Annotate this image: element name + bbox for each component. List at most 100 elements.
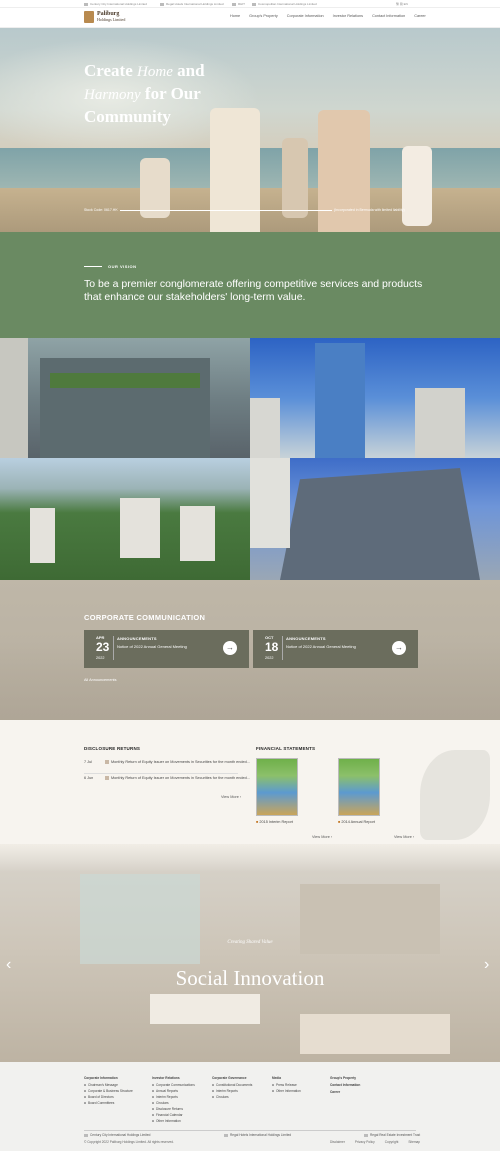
footer-column: Media Press Release Other Information <box>272 1076 301 1095</box>
sister-link-1[interactable]: Century City International Holdings Limi… <box>84 2 147 6</box>
sister-link-2[interactable]: Regal Hotels International Holdings Limi… <box>160 2 224 6</box>
social-title: Social Innovation <box>175 966 325 990</box>
footer-heading[interactable]: Media <box>272 1076 301 1080</box>
card-divider <box>282 636 283 660</box>
disclosure-row[interactable]: 7 Jul Monthly Return of Equity Issuer on… <box>84 760 254 772</box>
property-image-1[interactable] <box>0 338 250 458</box>
footer-column: Group's Property Contact Information Car… <box>330 1076 360 1097</box>
report-cover-2015[interactable] <box>256 758 298 816</box>
disclosure-row[interactable]: 6 Jun Monthly Return of Equity Issuer on… <box>84 776 254 788</box>
sofa <box>300 1014 450 1054</box>
footer-link[interactable]: Board of Directors <box>84 1095 133 1099</box>
footer-link[interactable]: Circulars <box>152 1101 195 1105</box>
company-logo-icon <box>224 1133 228 1137</box>
property-image-3[interactable] <box>0 458 250 580</box>
hero-person-mother <box>210 108 260 232</box>
footer-company-link[interactable]: Regal Hotels International Holdings Limi… <box>224 1133 291 1137</box>
footer-company-name: Regal Real Estate Investment Trust <box>370 1133 421 1137</box>
report-label[interactable]: ■ 2014 Annual Report <box>338 820 375 824</box>
property-image-4[interactable] <box>250 458 500 580</box>
top-utility-bar: Century City International Holdings Limi… <box>0 0 500 8</box>
language-options[interactable]: 繁 简 EN <box>396 2 408 6</box>
footer-heading[interactable]: Contact Information <box>330 1083 360 1087</box>
announcement-card[interactable]: OCT 18 2022 ANNOUNCEMENTS Notice of 2022… <box>253 630 418 668</box>
logo-mark-icon <box>84 11 94 23</box>
hero-script-word: Home <box>137 64 173 80</box>
footer-link[interactable]: Constitutional Documents <box>212 1083 252 1087</box>
footer-company-link[interactable]: Regal Real Estate Investment Trust <box>364 1133 420 1137</box>
property-image-2[interactable] <box>250 338 500 458</box>
language-switcher[interactable]: 繁 简 EN <box>396 2 408 6</box>
footer-heading[interactable]: Investor Relations <box>152 1076 195 1080</box>
background-building <box>250 398 280 458</box>
footer-link[interactable]: Financial Calendar <box>152 1113 195 1117</box>
hero-person-child <box>402 146 432 226</box>
footer-link[interactable]: Interim Reports <box>152 1095 195 1099</box>
hero-banner: Create Home and Harmony for Our Communit… <box>0 28 500 232</box>
footer-link[interactable]: Circulars <box>212 1095 252 1099</box>
footer-link[interactable]: Disclosure Returns <box>152 1107 195 1111</box>
arrow-right-icon[interactable]: → <box>392 641 406 655</box>
footer-link[interactable]: Press Release <box>272 1083 301 1087</box>
hero-person-father <box>318 110 370 232</box>
nav-career[interactable]: Career <box>414 14 426 18</box>
company-logo-icon <box>364 1133 368 1137</box>
arrow-right-icon[interactable]: → <box>223 641 237 655</box>
footer-link[interactable]: Other Information <box>152 1119 195 1123</box>
banner-top-fade <box>0 844 500 872</box>
footer-heading[interactable]: Corporate Information <box>84 1076 133 1080</box>
footer-heading[interactable]: Career <box>330 1090 360 1094</box>
stock-code: Stock Code: 0617.HK <box>84 208 118 212</box>
all-announcements-link[interactable]: All Announcements <box>84 678 117 682</box>
footer-heading[interactable]: Group's Property <box>330 1076 360 1080</box>
hero-text: Community <box>84 107 171 126</box>
nav-groups-property[interactable]: Group's Property <box>249 14 278 18</box>
chevron-right-icon[interactable]: › <box>484 956 489 974</box>
footer-column: Investor Relations Corporate Communicati… <box>152 1076 195 1125</box>
footer-company-link[interactable]: Century City International Holdings Limi… <box>84 1133 150 1137</box>
section-background <box>0 640 500 720</box>
footer-link[interactable]: Annual Reports <box>152 1089 195 1093</box>
financial-view-more[interactable]: View More › <box>312 835 332 839</box>
chevron-left-icon[interactable]: ‹ <box>6 956 11 974</box>
report-label[interactable]: ■ 2015 Interim Report <box>256 820 293 824</box>
report-cover-2014[interactable] <box>338 758 380 816</box>
footer-link[interactable]: Board Committees <box>84 1101 133 1105</box>
social-innovation-banner: Creating Shared Value Social Innovation … <box>0 844 500 1062</box>
card-divider <box>113 636 114 660</box>
main-nav: Home Group's Property Corporate Informat… <box>230 14 426 18</box>
nav-home[interactable]: Home <box>230 14 240 18</box>
company-logo-icon <box>252 2 256 6</box>
sister-link-3[interactable]: RHIT <box>232 2 245 6</box>
footer-legal-link[interactable]: Privacy Policy <box>355 1140 375 1144</box>
disclosure-view-more[interactable]: View More › <box>221 795 241 799</box>
card-day: 18 <box>265 640 279 654</box>
vision-label-text: OUR VISION <box>108 264 137 269</box>
footer-link[interactable]: Other Information <box>272 1089 301 1093</box>
nav-contact-information[interactable]: Contact Information <box>372 14 405 18</box>
vision-label-line <box>84 266 102 267</box>
footer-legal-link[interactable]: Sitemap <box>408 1140 420 1144</box>
card-category: ANNOUNCEMENTS <box>117 636 157 641</box>
footer-link[interactable]: Corporate & Business Structure <box>84 1089 133 1093</box>
footer-link[interactable]: Chairman's Message <box>84 1083 133 1087</box>
sister-link-4[interactable]: Cosmopolitan International Holdings Limi… <box>252 2 317 6</box>
card-title: Notice of 2022 Annual General Meeting <box>286 644 356 649</box>
sister-link-label: Cosmopolitan International Holdings Limi… <box>258 2 317 6</box>
footer-company-name: Century City International Holdings Limi… <box>90 1133 151 1137</box>
announcement-card[interactable]: APR 23 2022 ANNOUNCEMENTS Notice of 2022… <box>84 630 249 668</box>
footer-link[interactable]: Interim Reports <box>212 1089 252 1093</box>
footer-divider <box>84 1130 416 1131</box>
footer-legal-link[interactable]: Disclaimer <box>330 1140 345 1144</box>
footer-heading[interactable]: Corporate Governance <box>212 1076 252 1080</box>
glass-building <box>280 468 480 580</box>
site-header: Paliburg Holdings Limited Home Group's P… <box>0 8 500 28</box>
financial-view-more[interactable]: View More › <box>394 835 414 839</box>
site-logo[interactable]: Paliburg Holdings Limited <box>84 11 125 23</box>
footer-link[interactable]: Corporate Communications <box>152 1083 195 1087</box>
residential-tower <box>180 506 215 561</box>
nav-corporate-information[interactable]: Corporate Information <box>287 14 324 18</box>
nav-investor-relations[interactable]: Investor Relations <box>333 14 363 18</box>
sister-link-label: Regal Hotels International Holdings Limi… <box>166 2 224 6</box>
footer-legal-link[interactable]: Copyright <box>385 1140 399 1144</box>
